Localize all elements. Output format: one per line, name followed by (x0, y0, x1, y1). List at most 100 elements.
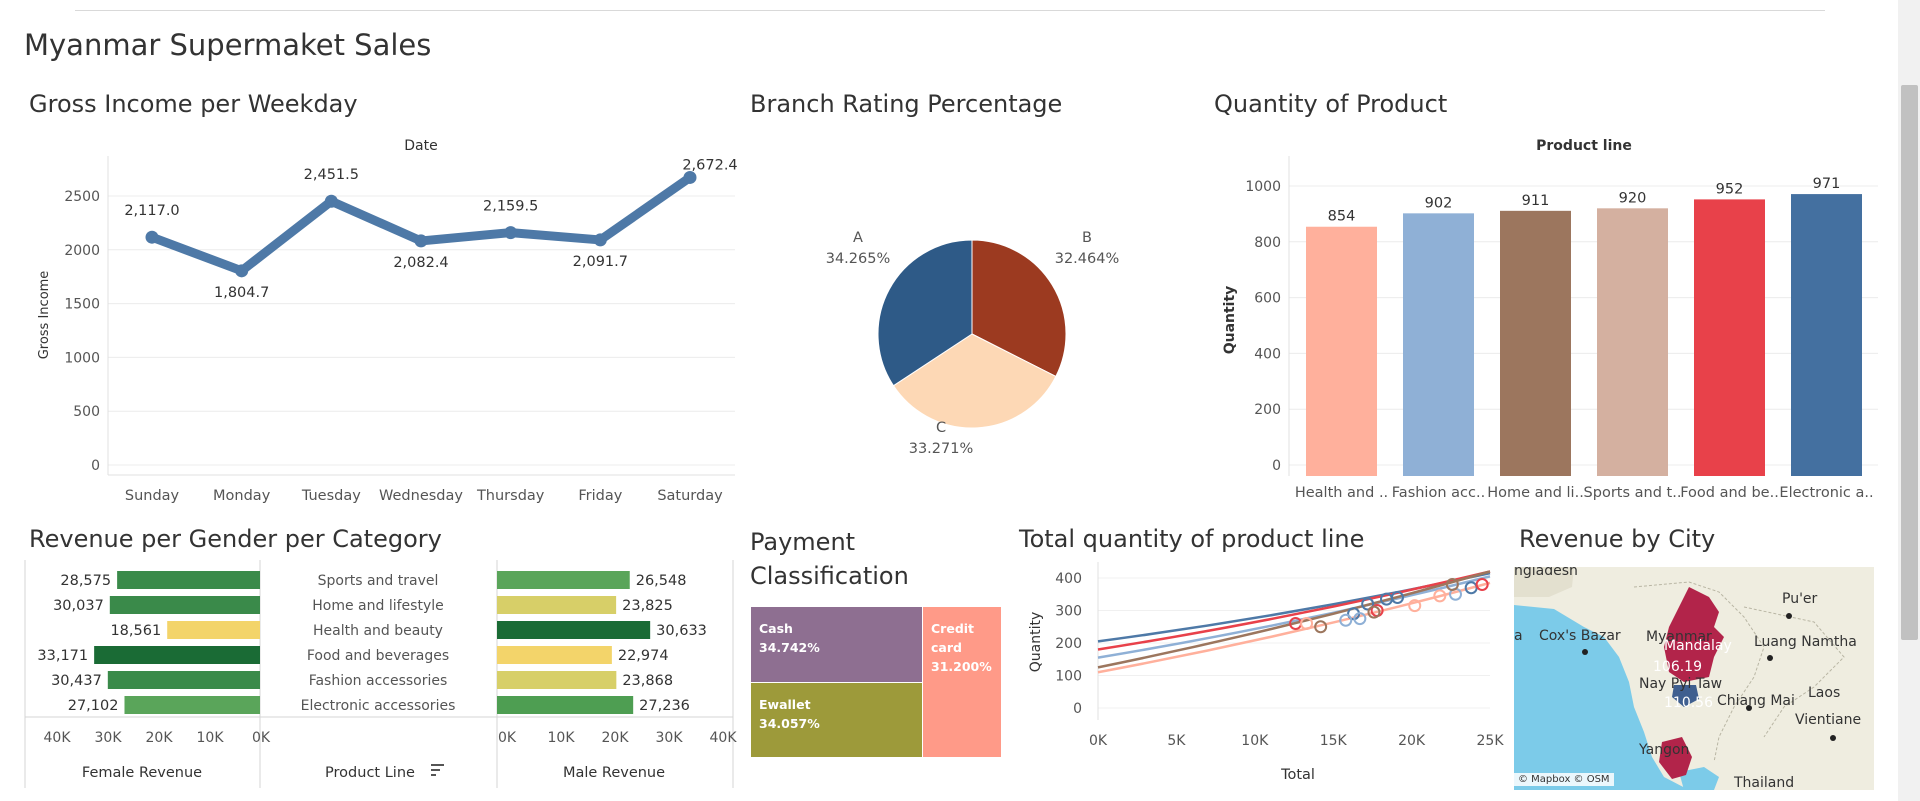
slice-value-label: 34.265% (826, 251, 891, 267)
map-label-edge: a (1514, 628, 1523, 644)
y-tick-label: 400 (1254, 346, 1281, 362)
y-tick-label: 1500 (64, 297, 100, 313)
x-tick-label: Health and .. (1295, 485, 1388, 501)
y-tick-label: 2500 (64, 189, 100, 205)
treemap-cell-credit-card[interactable]: Credit card 31.200% (923, 607, 1001, 757)
slice-name-label: A (853, 230, 863, 246)
y-axis-label: Gross Income (37, 271, 52, 360)
y-tick-label: 1000 (1245, 179, 1281, 195)
data-point (324, 194, 338, 208)
bar (1791, 194, 1862, 476)
female-bar (167, 621, 260, 639)
data-label: 1,804.7 (214, 285, 269, 301)
female-value-label: 18,561 (110, 623, 161, 639)
x-tick-label: 20K (1398, 733, 1426, 749)
female-value-label: 30,437 (51, 673, 102, 689)
data-label: 2,672.4 (682, 157, 737, 173)
x-tick-label: 0K (1089, 733, 1108, 749)
top-divider (75, 10, 1825, 11)
x-tick-label: 10K (548, 730, 576, 746)
x-tick-label: 40K (44, 730, 72, 746)
female-bar (124, 696, 261, 714)
branch-rating-pie: A 34.265% B 32.464% C 33.271% (826, 230, 1120, 457)
sort-icon[interactable] (431, 764, 444, 776)
y-tick-label: 400 (1055, 571, 1082, 587)
y-tick-label: 0 (1272, 458, 1281, 474)
male-value-label: 23,825 (622, 598, 673, 614)
map-label-chiang-mai: Chiang Mai (1717, 693, 1795, 709)
data-label: 2,082.4 (393, 255, 448, 271)
bar (1306, 226, 1377, 476)
data-point (145, 230, 159, 244)
male-axis-title: Male Revenue (563, 765, 665, 781)
male-bar (497, 696, 634, 714)
center-header: Product Line (325, 765, 415, 781)
female-value-label: 30,037 (53, 598, 104, 614)
category-label: Home and lifestyle (312, 598, 443, 614)
y-tick-label: 200 (1055, 636, 1082, 652)
x-tick-label: Wednesday (379, 488, 463, 504)
revenue-gender-title: Revenue per Gender per Category (29, 525, 442, 553)
x-tick-label: 0K (252, 730, 271, 746)
x-tick-label: 20K (146, 730, 174, 746)
data-label: 2,117.0 (124, 203, 179, 219)
x-tick-label: Food and be.. (1680, 485, 1779, 501)
y-tick-label: 1000 (64, 350, 100, 366)
male-bar (497, 571, 630, 589)
y-tick-label: 600 (1254, 291, 1281, 307)
female-bar (107, 671, 260, 689)
branch-rating-title: Branch Rating Percentage (750, 90, 1063, 118)
male-value-label: 22,974 (618, 648, 669, 664)
total-quantity-title: Total quantity of product line (1019, 525, 1365, 553)
x-tick-label: Fashion acc.. (1392, 485, 1485, 501)
data-point (593, 233, 607, 247)
map-attribution[interactable]: © Mapbox © OSM (1514, 773, 1614, 786)
female-bar (117, 571, 260, 589)
bar (1403, 213, 1474, 476)
x-tick-label: 30K (95, 730, 123, 746)
cell-value: 31.200% (931, 659, 992, 674)
y-tick-label: 500 (73, 404, 100, 420)
y-tick-label: 300 (1055, 604, 1082, 620)
map-dot-coxs-bazar (1582, 649, 1588, 655)
category-label: Electronic accessories (301, 698, 456, 714)
x-tick-label: 40K (710, 730, 738, 746)
data-label: 2,451.5 (304, 167, 359, 183)
total-quantity-scatter: 0 100 200 300 400 0K 5K 10K 15K 20K 25K Quantity Tot… (1028, 562, 1504, 783)
female-value-label: 27,102 (68, 698, 119, 714)
female-bar (94, 646, 261, 664)
y-tick-label: 800 (1254, 235, 1281, 251)
slice-value-label: 32.464% (1055, 251, 1120, 267)
treemap-cell-cash[interactable]: Cash 34.742% (751, 607, 922, 682)
cell-name: Credit card (931, 621, 975, 655)
quantity-product-title: Quantity of Product (1214, 90, 1448, 118)
map-value-naypyitaw: 110.56 (1664, 695, 1713, 711)
y-tick-label: 2000 (64, 243, 100, 259)
y-axis-title: Quantity (1028, 612, 1044, 673)
quantity-bar-chart: Product line Quantity 02004006008001000 … (1222, 138, 1878, 501)
map-label-yangon: Yangon (1639, 742, 1690, 758)
cell-name: Cash (759, 621, 793, 636)
bar (1500, 210, 1571, 476)
y-axis-label: Quantity (1222, 286, 1238, 355)
map-label-mandalay: Mandalay (1664, 638, 1732, 654)
treemap-cell-ewallet[interactable]: Ewallet 34.057% (751, 683, 922, 757)
map-label-puer: Pu'er (1782, 591, 1818, 607)
data-point (504, 226, 518, 240)
category-label: Fashion accessories (309, 673, 448, 689)
revenue-gender-chart: 28,575 Sports and travel 26,548 30,037 Home … (24, 560, 738, 788)
male-value-label: 26,548 (636, 573, 687, 589)
gross-income-chart: Date Gross Income 0 500 1000 1500 2000 2500 2… (37, 138, 738, 504)
trend-line (1097, 581, 1491, 674)
x-tick-label: Friday (578, 488, 622, 504)
female-value-label: 33,171 (37, 648, 88, 664)
payment-title: Payment Classification (750, 528, 909, 590)
scrollbar-thumb[interactable] (1901, 85, 1918, 640)
bar-value-label: 971 (1813, 176, 1841, 192)
category-label: Sports and travel (318, 573, 439, 589)
x-axis-title: Total (1280, 767, 1315, 783)
map-label-luang-namtha: Luang Namtha (1754, 634, 1857, 650)
city-map[interactable]: ngladesh a Cox's Bazar Pu'er Luang Namth… (1514, 567, 1874, 790)
x-tick-label: Home and li.. (1487, 485, 1584, 501)
slice-name-label: B (1082, 230, 1092, 246)
